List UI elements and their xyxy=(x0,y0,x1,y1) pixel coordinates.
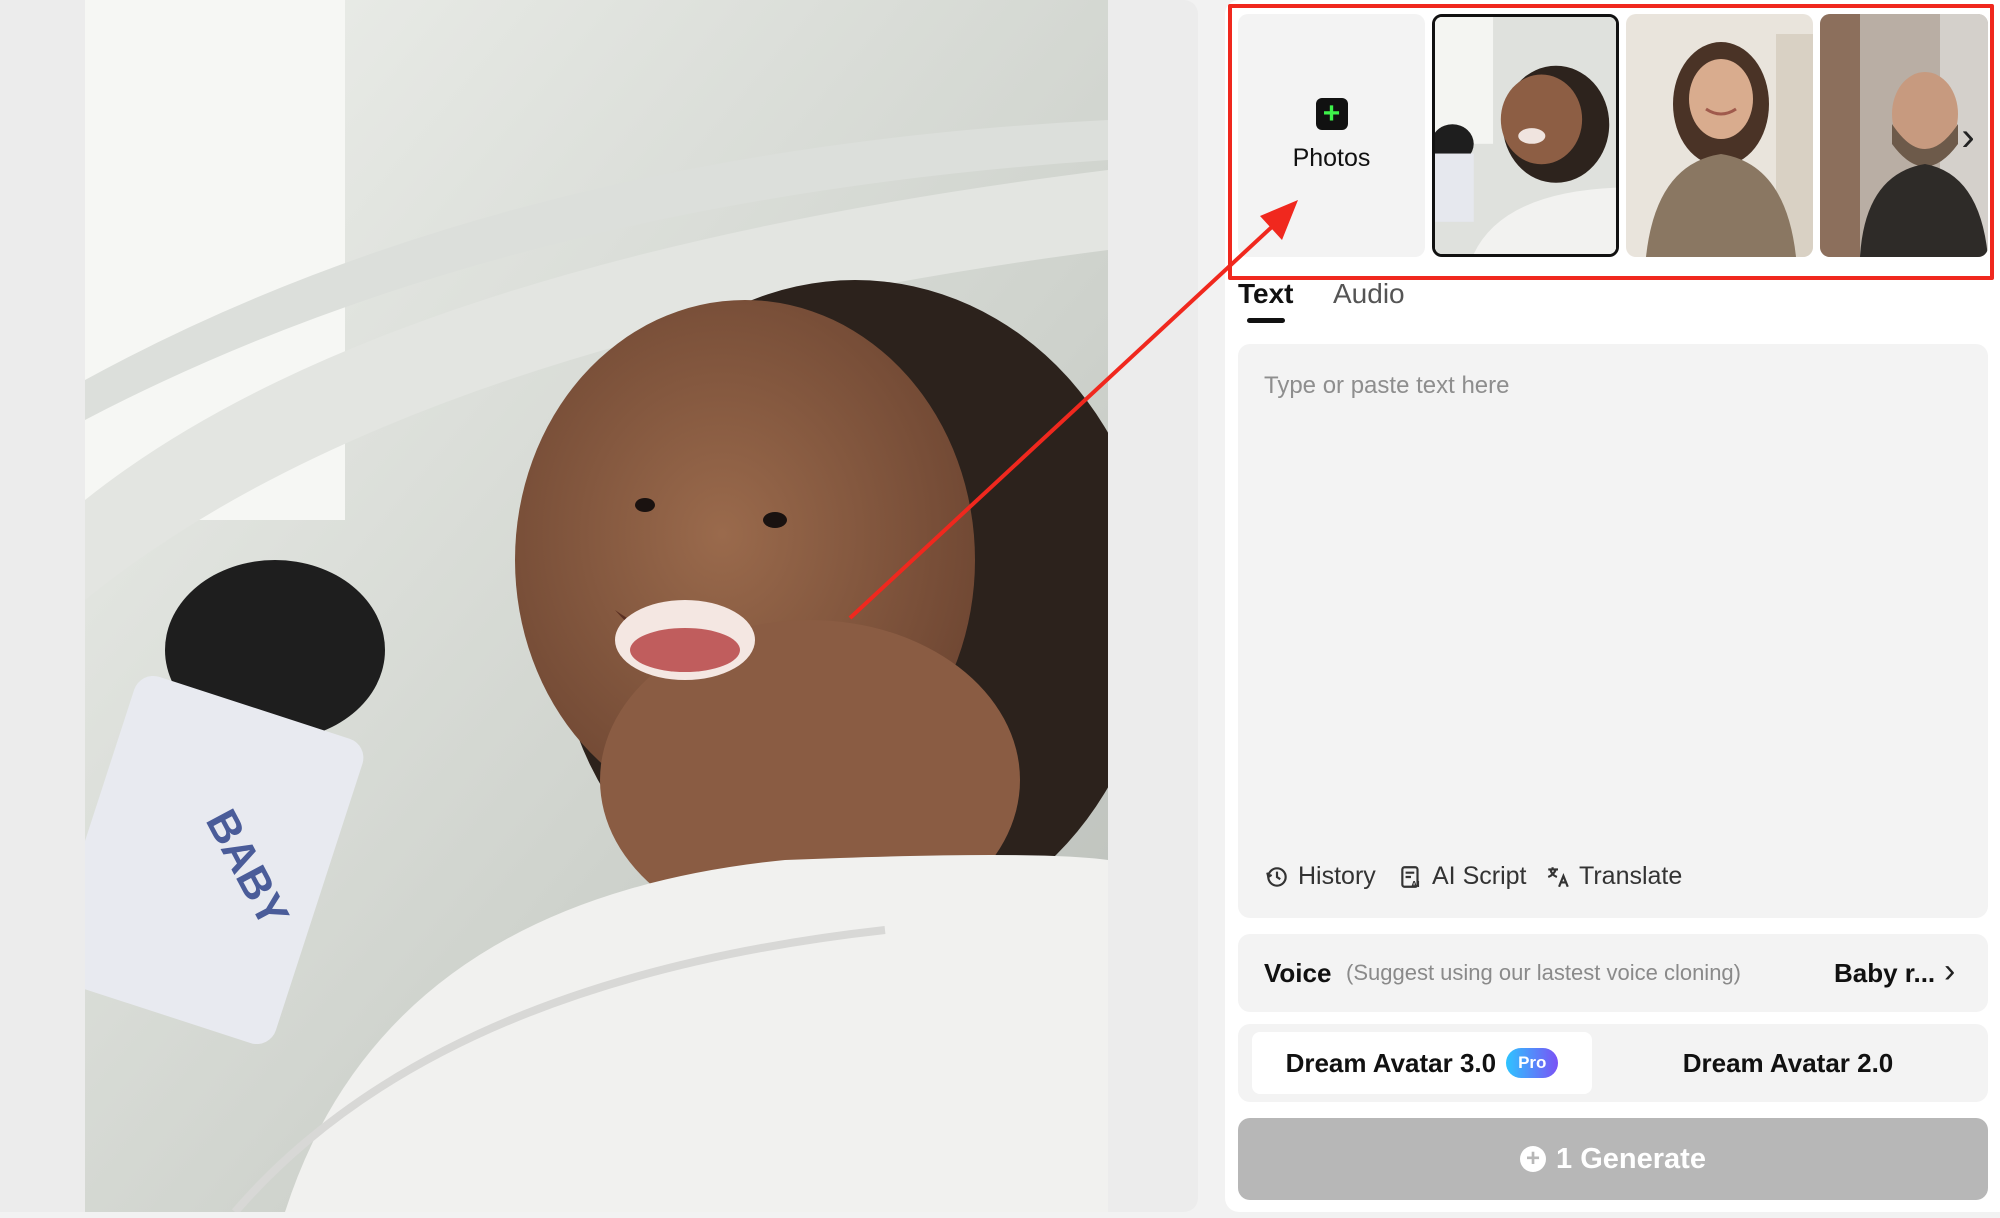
model-selector: Dream Avatar 3.0 Pro Dream Avatar 2.0 xyxy=(1238,1024,1988,1102)
translate-label: Translate xyxy=(1579,862,1683,890)
model-option-dream-avatar-2[interactable]: Dream Avatar 2.0 xyxy=(1618,1032,1958,1094)
translate-icon xyxy=(1547,866,1569,887)
history-icon xyxy=(1266,866,1287,887)
ai-script-button[interactable]: AI AI Script xyxy=(1398,862,1526,891)
ai-script-icon: AI xyxy=(1401,865,1420,888)
translate-button[interactable]: Translate xyxy=(1545,862,1682,891)
ai-script-label: AI Script xyxy=(1432,862,1527,890)
model-option-label: Dream Avatar 2.0 xyxy=(1682,1047,1894,1078)
voice-label: Voice xyxy=(1264,958,1332,988)
pro-badge: Pro xyxy=(1506,1048,1559,1078)
highlight-box xyxy=(1228,4,1994,280)
voice-value: Baby r... xyxy=(1834,958,1936,988)
script-editor: History AI AI Script Translate xyxy=(1238,344,1988,918)
model-option-label: Dream Avatar 3.0 xyxy=(1285,1047,1497,1078)
credit-plus-icon: + xyxy=(1520,1146,1547,1172)
generate-label: 1 Generate xyxy=(1556,1142,1706,1175)
preview-image-baby: BABY xyxy=(85,0,1108,1212)
chevron-right-icon: › xyxy=(1944,952,1956,990)
app-page: BABY + Photos › Text Audio Type or paste… xyxy=(0,0,2000,1218)
preview-panel: BABY xyxy=(0,0,1198,1212)
history-button[interactable]: History xyxy=(1264,862,1376,891)
script-text-input[interactable] xyxy=(1264,372,1964,832)
tab-text[interactable]: Text xyxy=(1238,278,1294,310)
active-tab-indicator xyxy=(1247,318,1285,323)
tab-audio[interactable]: Audio xyxy=(1333,278,1405,310)
history-label: History xyxy=(1298,862,1376,890)
model-option-dream-avatar-3[interactable]: Dream Avatar 3.0 Pro xyxy=(1252,1032,1592,1094)
voice-hint: (Suggest using our lastest voice cloning… xyxy=(1346,960,1741,985)
generate-button[interactable]: + 1 Generate xyxy=(1238,1118,1988,1200)
svg-text:AI: AI xyxy=(1411,878,1420,888)
voice-selector[interactable]: Voice (Suggest using our lastest voice c… xyxy=(1238,934,1988,1012)
